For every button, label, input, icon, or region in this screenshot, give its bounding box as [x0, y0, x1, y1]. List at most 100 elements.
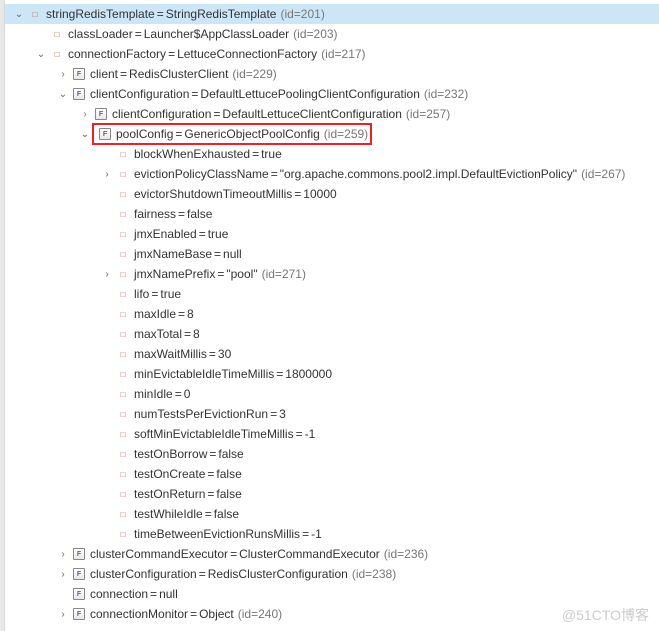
tree-row[interactable]: ›testOnCreate= false: [0, 464, 659, 484]
variable-value: false: [214, 507, 239, 521]
variable-name: numTestsPerEvictionRun: [134, 407, 268, 421]
equals-sign: =: [168, 47, 175, 61]
variable-name: testWhileIdle: [134, 507, 203, 521]
variable-value: "pool": [226, 267, 257, 281]
chevron-down-icon[interactable]: ⌄: [56, 89, 70, 100]
chevron-right-icon[interactable]: ›: [56, 609, 70, 620]
variable-name: client: [90, 67, 118, 81]
variable-value: LettuceConnectionFactory: [177, 47, 317, 61]
chevron-right-icon[interactable]: ›: [56, 549, 70, 560]
tree-row[interactable]: ⌄clientConfiguration= DefaultLettucePool…: [0, 84, 659, 104]
chevron-down-icon[interactable]: ⌄: [34, 49, 48, 60]
equals-sign: =: [207, 467, 214, 481]
variable-name: evictionPolicyClassName: [134, 167, 269, 181]
final-field-icon: [72, 607, 86, 621]
tree-row[interactable]: ›connectionMonitor= Object(id=240): [0, 604, 659, 624]
variable-value: -1: [305, 427, 316, 441]
variable-name: poolConfig: [116, 127, 173, 141]
tree-row[interactable]: ›testOnBorrow= false: [0, 444, 659, 464]
field-icon: [116, 207, 130, 221]
equals-sign: =: [302, 527, 309, 541]
variable-value: false: [218, 447, 243, 461]
equals-sign: =: [184, 327, 191, 341]
variable-name: jmxNamePrefix: [134, 267, 215, 281]
variable-name: clusterCommandExecutor: [90, 547, 228, 561]
tree-row[interactable]: ›jmxNameBase= null: [0, 244, 659, 264]
tree-row[interactable]: ›testWhileIdle= false: [0, 504, 659, 524]
chevron-right-icon[interactable]: ›: [100, 169, 114, 180]
tree-row[interactable]: ›classLoader= Launcher$AppClassLoader(id…: [0, 24, 659, 44]
tree-row[interactable]: ›jmxEnabled= true: [0, 224, 659, 244]
tree-row[interactable]: ›clusterConfiguration= RedisClusterConfi…: [0, 564, 659, 584]
equals-sign: =: [271, 167, 278, 181]
final-field-icon: [72, 547, 86, 561]
chevron-right-icon[interactable]: ›: [78, 109, 92, 120]
tree-row[interactable]: ›testOnReturn= false: [0, 484, 659, 504]
variable-value: 10000: [303, 187, 336, 201]
id-reference: (id=257): [406, 107, 450, 121]
field-icon: [116, 467, 130, 481]
field-icon: [116, 487, 130, 501]
id-reference: (id=267): [581, 167, 625, 181]
equals-sign: =: [150, 587, 157, 601]
variable-value: true: [261, 147, 282, 161]
tree-row[interactable]: ›maxIdle= 8: [0, 304, 659, 324]
chevron-down-icon[interactable]: ⌄: [78, 129, 92, 140]
tree-row[interactable]: ›jmxNamePrefix= "pool"(id=271): [0, 264, 659, 284]
variable-value: 3: [279, 407, 286, 421]
variable-name: connectionFactory: [68, 47, 166, 61]
chevron-down-icon[interactable]: ⌄: [12, 9, 26, 20]
tree-row[interactable]: ›maxWaitMillis= 30: [0, 344, 659, 364]
tree-row[interactable]: ›clusterCommandExecutor= ClusterCommandE…: [0, 544, 659, 564]
tree-row[interactable]: ›minEvictableIdleTimeMillis= 1800000: [0, 364, 659, 384]
variables-tree[interactable]: ⌄stringRedisTemplate= StringRedisTemplat…: [0, 0, 659, 628]
tree-row[interactable]: ›maxTotal= 8: [0, 324, 659, 344]
variable-name: jmxNameBase: [134, 247, 212, 261]
variable-value: 1800000: [285, 367, 332, 381]
equals-sign: =: [276, 367, 283, 381]
equals-sign: =: [178, 307, 185, 321]
field-icon: [116, 507, 130, 521]
tree-row[interactable]: ›timeBetweenEvictionRunsMillis= -1: [0, 524, 659, 544]
variable-name: minEvictableIdleTimeMillis: [134, 367, 274, 381]
field-icon: [116, 247, 130, 261]
tree-row[interactable]: ›fairness= false: [0, 204, 659, 224]
tree-row[interactable]: ›evictorShutdownTimeoutMillis= 10000: [0, 184, 659, 204]
tree-row[interactable]: ›connection= null: [0, 584, 659, 604]
tree-row[interactable]: ›lifo= true: [0, 284, 659, 304]
variable-name: lifo: [134, 287, 149, 301]
field-icon: [116, 167, 130, 181]
equals-sign: =: [217, 267, 224, 281]
final-field-icon: [72, 587, 86, 601]
field-icon: [50, 47, 64, 61]
id-reference: (id=238): [352, 567, 396, 581]
tree-row[interactable]: ›minIdle= 0: [0, 384, 659, 404]
id-reference: (id=259): [324, 127, 368, 141]
tree-row[interactable]: ›clientConfiguration= DefaultLettuceClie…: [0, 104, 659, 124]
variable-value: null: [223, 247, 242, 261]
variable-value: -1: [311, 527, 322, 541]
variable-value: RedisClusterClient: [129, 67, 228, 81]
id-reference: (id=203): [293, 27, 337, 41]
field-icon: [116, 527, 130, 541]
equals-sign: =: [209, 347, 216, 361]
field-icon: [116, 307, 130, 321]
equals-sign: =: [157, 7, 164, 21]
id-reference: (id=201): [280, 7, 324, 21]
variable-name: clusterConfiguration: [90, 567, 197, 581]
field-icon: [116, 327, 130, 341]
final-field-icon: [72, 67, 86, 81]
tree-row[interactable]: ›softMinEvictableIdleTimeMillis= -1: [0, 424, 659, 444]
chevron-right-icon[interactable]: ›: [56, 69, 70, 80]
variable-name: connection: [90, 587, 148, 601]
tree-row[interactable]: ⌄poolConfig= GenericObjectPoolConfig(id=…: [0, 124, 659, 144]
tree-row[interactable]: ›blockWhenExhausted= true: [0, 144, 659, 164]
tree-row[interactable]: ›numTestsPerEvictionRun= 3: [0, 404, 659, 424]
tree-row[interactable]: ⌄stringRedisTemplate= StringRedisTemplat…: [0, 4, 659, 24]
id-reference: (id=217): [321, 47, 365, 61]
tree-row[interactable]: ⌄ connectionFactory= LettuceConnectionFac…: [0, 44, 659, 64]
tree-row[interactable]: ›client= RedisClusterClient(id=229): [0, 64, 659, 84]
tree-row[interactable]: ›evictionPolicyClassName= "org.apache.co…: [0, 164, 659, 184]
chevron-right-icon[interactable]: ›: [56, 569, 70, 580]
chevron-right-icon[interactable]: ›: [100, 269, 114, 280]
